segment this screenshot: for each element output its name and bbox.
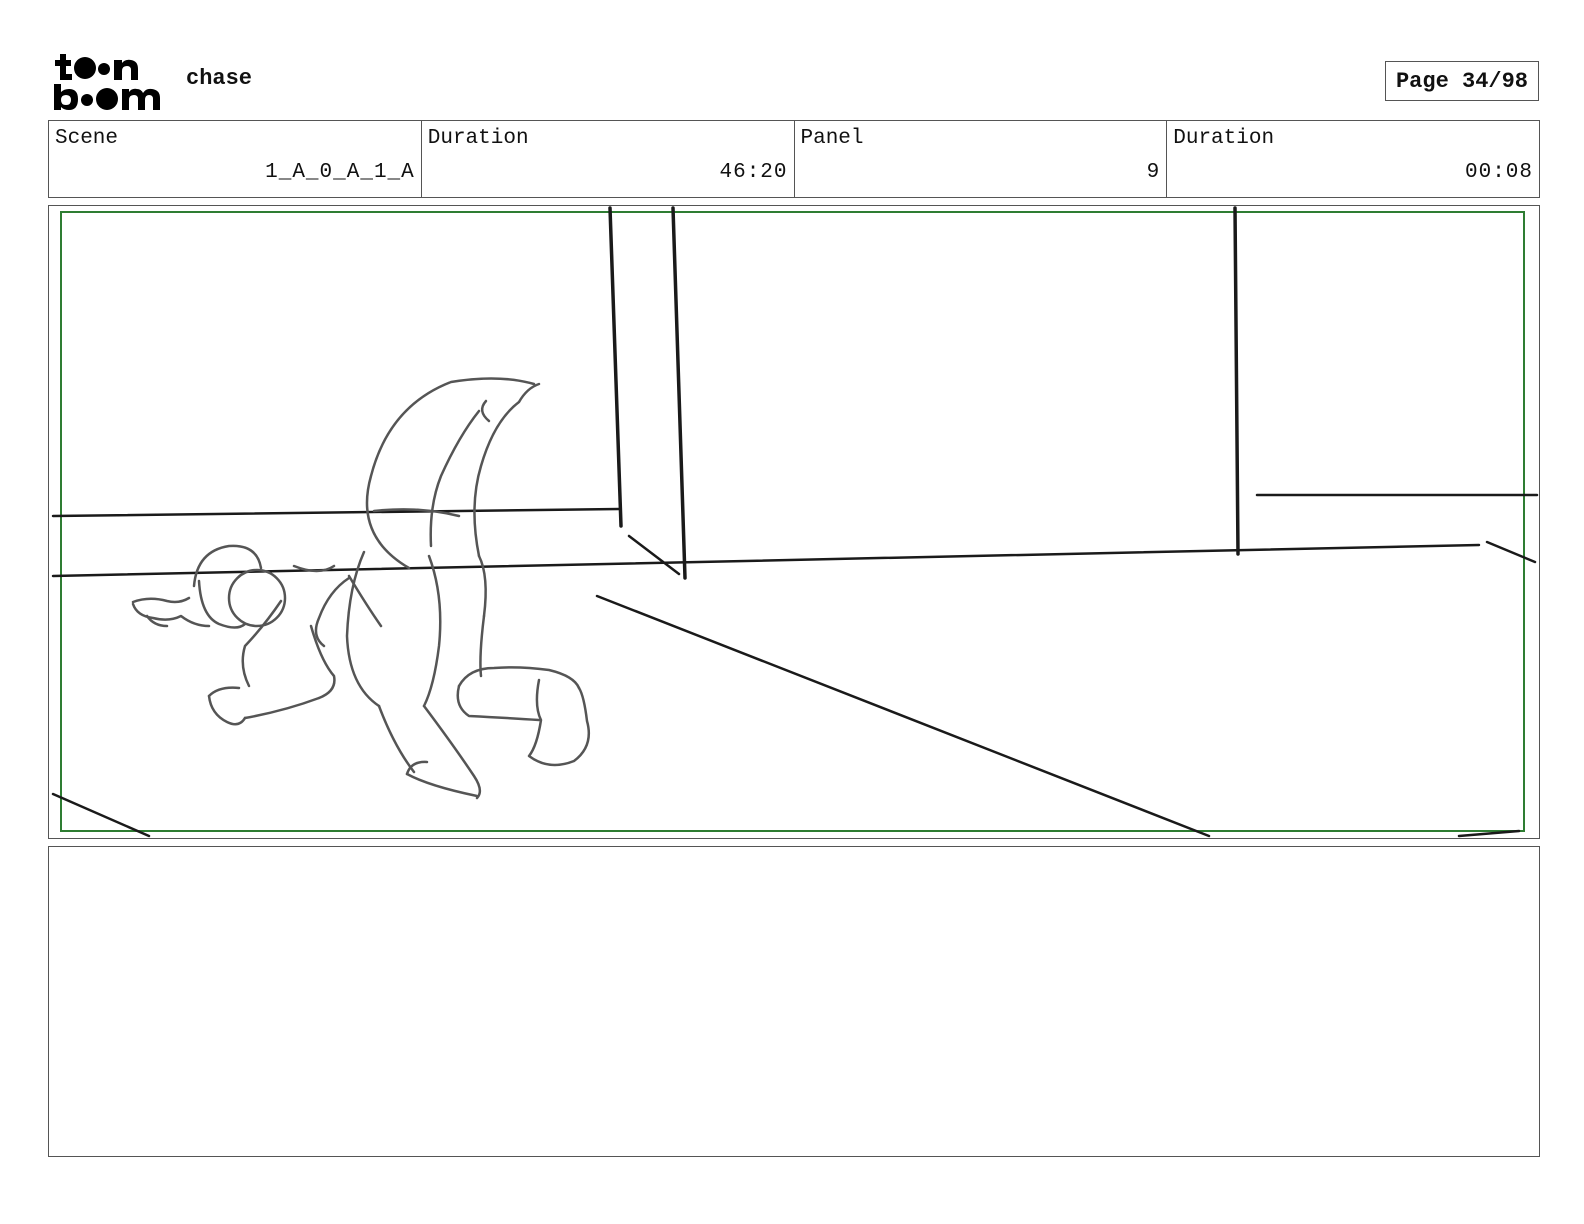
project-title: chase xyxy=(186,66,253,91)
panel-duration-value: 00:08 xyxy=(1464,161,1533,184)
panel-cell: Panel 9 xyxy=(795,121,1168,197)
safe-area-frame xyxy=(60,211,1525,832)
scene-duration-value: 46:20 xyxy=(719,161,788,184)
scene-duration-label: Duration xyxy=(427,127,529,150)
scene-duration-cell: Duration 46:20 xyxy=(422,121,795,197)
toon-boom-logo xyxy=(52,52,164,112)
scene-label: Scene xyxy=(55,127,119,150)
scene-info-row: Scene 1_A_0_A_1_A Duration 46:20 Panel 9… xyxy=(48,120,1540,198)
storyboard-sketch xyxy=(51,206,1539,838)
panel-value: 9 xyxy=(1146,161,1161,184)
page-indicator: Page 34/98 xyxy=(1385,61,1539,101)
storyboard-panel xyxy=(48,205,1540,839)
scene-cell: Scene 1_A_0_A_1_A xyxy=(49,121,422,197)
panel-duration-label: Duration xyxy=(1173,127,1275,150)
background-lines xyxy=(51,206,1539,838)
panel-notes-box xyxy=(48,846,1540,1157)
panel-duration-cell: Duration 00:08 xyxy=(1167,121,1539,197)
scene-value: 1_A_0_A_1_A xyxy=(265,161,415,184)
panel-label: Panel xyxy=(800,127,864,150)
character-sketch xyxy=(131,377,591,800)
